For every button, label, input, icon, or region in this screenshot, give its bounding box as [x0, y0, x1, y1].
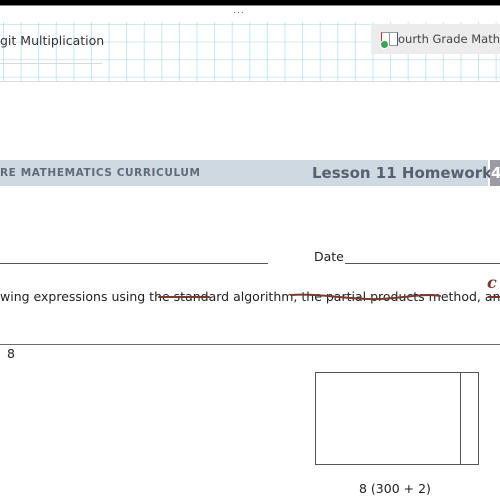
curriculum-title: RE MATHEMATICS CURRICULUM: [0, 167, 201, 179]
instructions-text: wing expressions using the standard algo…: [0, 289, 500, 304]
grade-tab: 4: [490, 160, 500, 186]
date-label: Date: [314, 249, 344, 264]
struck-phrase-partial-products: e partial products method: [314, 289, 477, 304]
top-bar-edge: [0, 5, 500, 6]
page-title[interactable]: git Multiplication: [0, 33, 104, 48]
instructions-part: algorithm, th: [229, 289, 315, 304]
problem-number: 8: [7, 346, 15, 361]
instructions-part: wing expressions using the: [0, 289, 174, 304]
page-title-underline: [0, 63, 102, 64]
notebook-name: Fourth Grade Math: [391, 32, 500, 46]
notebook-chip[interactable]: Fourth Grade Math: [371, 24, 500, 54]
ink-strike-standard: [158, 296, 210, 298]
more-options-button[interactable]: ...: [231, 6, 247, 16]
section-separator: [0, 344, 500, 345]
area-model-divider: [460, 372, 461, 465]
handwritten-annotation: c: [487, 273, 497, 292]
area-model-expression: 8 (300 + 2): [359, 481, 431, 496]
area-model-box: [315, 372, 479, 465]
sync-icon: [380, 40, 389, 49]
title-area-divider: [0, 81, 500, 82]
name-field-line: [0, 263, 268, 264]
lesson-title: Lesson 11 Homework: [312, 164, 493, 182]
notebook-icon: [380, 31, 398, 49]
date-field-line: [345, 263, 500, 264]
